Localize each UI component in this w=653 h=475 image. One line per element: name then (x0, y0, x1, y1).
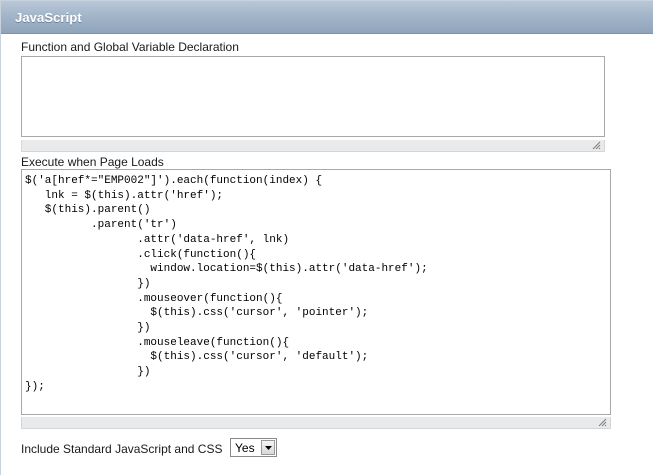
chevron-down-icon (265, 446, 272, 450)
javascript-region: JavaScript Function and Global Variable … (0, 0, 653, 475)
include-standard-label: Include Standard JavaScript and CSS (21, 442, 223, 456)
function-declaration-textarea[interactable] (21, 56, 605, 137)
include-standard-selected-value: Yes (235, 441, 255, 455)
function-declaration-label: Function and Global Variable Declaration (21, 40, 239, 54)
resize-grip-icon[interactable] (592, 141, 601, 150)
page-load-code: $('a[href*="EMP002"]').each(function(ind… (25, 175, 428, 393)
page-load-textarea[interactable]: $('a[href*="EMP002"]').each(function(ind… (21, 169, 611, 415)
region-header: JavaScript (1, 1, 653, 34)
page-load-label: Execute when Page Loads (21, 155, 164, 169)
region-title: JavaScript (15, 10, 82, 25)
select-dropdown-button[interactable] (261, 440, 275, 455)
function-declaration-resize-bar[interactable] (21, 140, 605, 152)
resize-grip-icon[interactable] (598, 418, 607, 427)
page-load-resize-bar[interactable] (21, 417, 611, 429)
include-standard-select[interactable]: Yes (230, 438, 277, 457)
